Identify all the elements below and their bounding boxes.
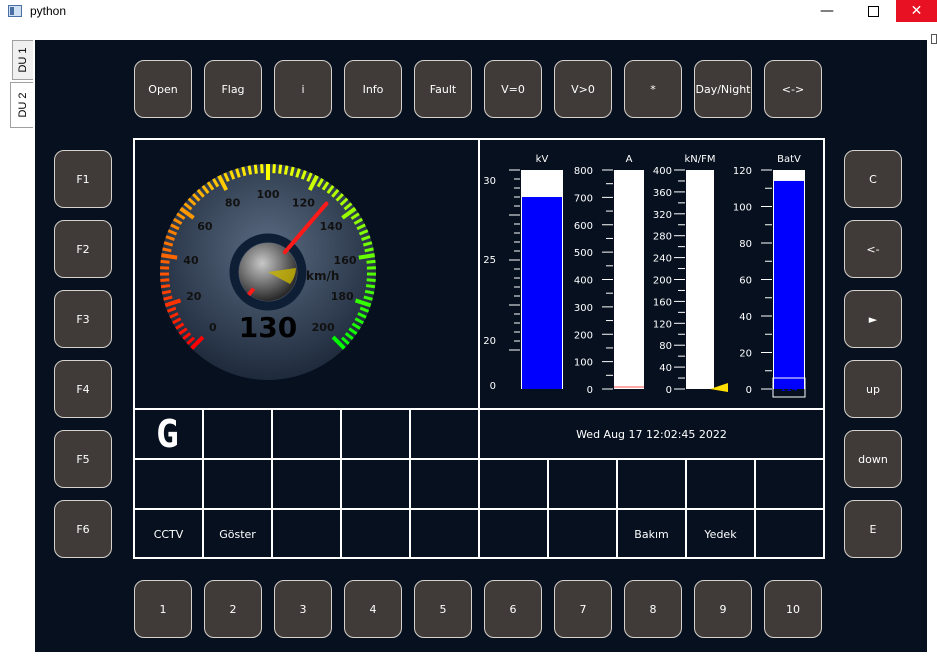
speedometer-tick [161,253,178,260]
gauge-title: kV [536,154,549,165]
speedometer-tick [272,164,276,174]
gauge-tick-label: 600 [574,221,593,232]
speedometer-unit: km/h [306,269,339,283]
gauge-fill [774,180,804,389]
speedometer-tick [366,259,376,264]
gauge-tick-label: 160 [653,297,672,308]
gauge-tick-label: 240 [653,254,672,265]
gauge-readout: 114 [780,384,797,394]
gauge-tick-label: 100 [574,358,593,369]
speedometer-tick [283,165,289,175]
speedometer-tick-label: 180 [331,290,354,303]
status-cell-label: CCTV [153,528,184,541]
speedometer-tick [160,259,170,264]
speedometer-tick-label: 0 [209,321,217,334]
speedometer-tick [260,164,264,174]
gauge-tick-label: 20 [739,349,752,360]
status-cell-label: Yedek [704,528,737,541]
gauge-tick-label: 800 [574,166,593,177]
gauge-tick-label: 200 [574,330,593,341]
instrument-display: 020406080100120140160180200km/h130 kV302… [133,138,825,559]
gauge-tick-label: 40 [659,363,672,374]
gauge-tick-label: 100 [733,203,752,214]
speedometer-tick-label: 20 [186,290,202,303]
gauge-tick-label: 280 [653,232,672,243]
gauge-tick-label: 80 [739,239,752,250]
speedometer-tick-label: 80 [225,197,241,210]
speedometer-tick-label: 100 [257,188,280,201]
gauge-title: BatV [777,154,801,165]
gauge-tick-label: 700 [574,193,593,204]
speedometer-tick [162,247,172,253]
speedometer-tick-label: 160 [334,254,357,267]
gauge-tick-label: 120 [733,166,752,177]
gauge-tick-label: 400 [653,166,672,177]
datetime-display: Wed Aug 17 12:02:45 2022 [576,428,727,441]
status-cell-label: Bakım [634,528,669,541]
gauge-track [614,170,644,389]
gauge-tick-label: 25 [483,255,496,266]
speedometer-tick [366,278,376,282]
speedometer-tick [160,278,170,282]
gauge-title: kN/FM [684,154,715,165]
gauge-tick-label: 360 [653,188,672,199]
speedometer-tick [241,166,247,177]
speedometer-tick [278,164,283,174]
status-cell-label: Göster [219,528,256,541]
gauge-tick-label: 300 [574,303,593,314]
speedometer: 0 20 40 60 80 100 120 140 160 180 200 km/h 130 [159,164,377,380]
gauge-tick-label: 30 [483,176,496,187]
gauge-track [686,170,714,389]
gauge-tick-label: 0 [746,385,752,396]
bar-gauges: kV3025200A8007006005004003002001000kN/FM… [483,154,806,398]
speedometer-tick [160,284,171,289]
gauge-tick-label: 0 [490,381,496,392]
gauge-tick-label: 120 [653,319,672,330]
speedometer-tick [358,253,375,260]
speedometer-tick [364,289,375,295]
speedometer-tick-label: 120 [292,197,315,210]
gauge-fill [522,197,562,389]
gauge-tick-label: 60 [739,276,752,287]
gauge-tick-label: 400 [574,276,593,287]
speedometer-tick [161,289,172,295]
speedometer-value: 130 [239,311,297,344]
gauge-tick-label: 0 [666,385,672,396]
speedometer-tick [253,164,258,174]
speedometer-tick-label: 140 [320,220,343,233]
speedometer-tick [247,165,253,175]
gauge-tick-label: 200 [653,276,672,287]
speedometer-tick [365,284,376,289]
gear-indicator: G [156,412,179,456]
speedometer-tick [364,247,374,253]
gauge-title: A [626,154,633,165]
gauge-tick-label: 40 [739,312,752,323]
speedometer-tick-label: 40 [183,254,199,267]
gauge-tick-label: 500 [574,248,593,259]
speedometer-tick-label: 200 [312,321,335,334]
speedometer-tick [289,166,295,177]
gauge-tick-label: 320 [653,210,672,221]
speedometer-tick-label: 60 [197,220,213,233]
gauge-tick-label: 80 [659,341,672,352]
gauge-tick-label: 0 [587,385,593,396]
gauge-tick-label: 20 [483,336,496,347]
